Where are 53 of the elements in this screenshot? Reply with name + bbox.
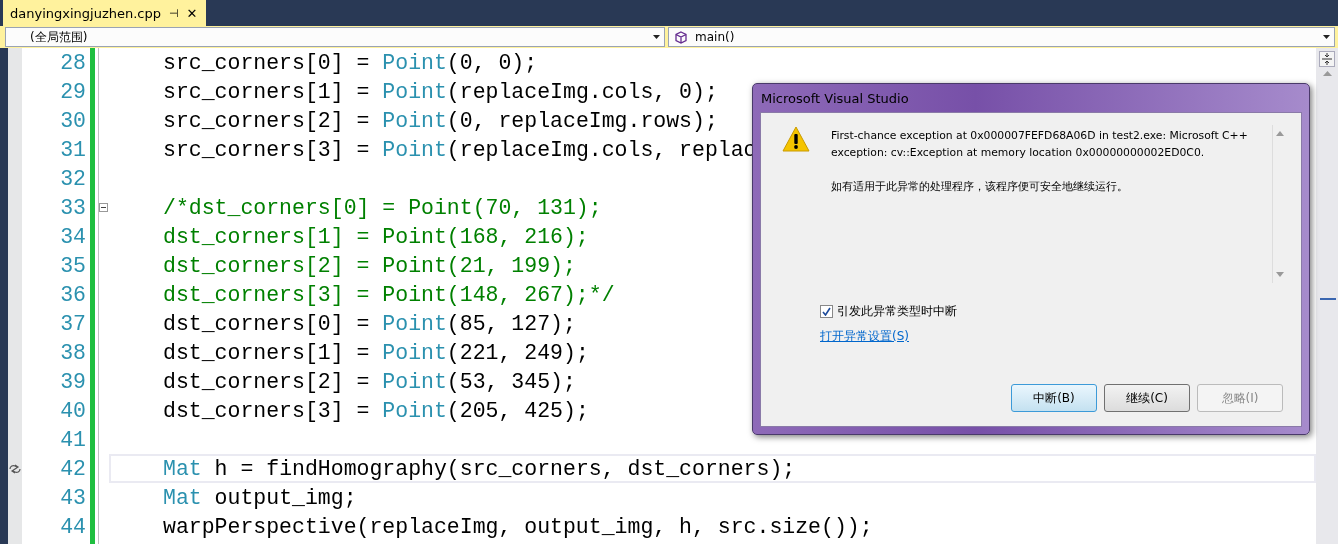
- code-line: dst_corners[2] = Point(21, 199);: [163, 252, 576, 279]
- line-number: 29: [60, 79, 86, 104]
- code-line: dst_corners[3] = Point(205, 425);: [163, 397, 589, 424]
- code-line: src_corners[1] = Point(replaceImg.cols, 0);: [163, 78, 718, 105]
- line-number: 33: [60, 195, 86, 220]
- line-number: 34: [60, 224, 86, 249]
- code-line: dst_corners[3] = Point(148, 267);*/: [163, 281, 615, 308]
- line-number: 42: [60, 456, 86, 481]
- code-line: Mat output_img;: [163, 484, 357, 511]
- pin-icon[interactable]: ⊣: [169, 6, 179, 20]
- cube-icon: [675, 30, 687, 44]
- line-number: 31: [60, 137, 86, 162]
- file-tab[interactable]: danyingxingjuzhen.cpp ⊣ ✕: [3, 0, 206, 26]
- line-number: 44: [60, 514, 86, 539]
- code-line: src_corners[0] = Point(0, 0);: [163, 49, 538, 76]
- exception-settings-link[interactable]: 打开异常设置(S): [820, 329, 909, 343]
- line-number: 43: [60, 485, 86, 510]
- line-number: 38: [60, 340, 86, 365]
- line-number: 36: [60, 282, 86, 307]
- code-line: dst_corners[0] = Point(85, 127);: [163, 310, 576, 337]
- line-number: 40: [60, 398, 86, 423]
- line-number: 41: [60, 427, 86, 452]
- line-number: 39: [60, 369, 86, 394]
- collapse-icon[interactable]: [99, 203, 108, 212]
- code-line: /*dst_corners[0] = Point(70, 131);: [163, 194, 602, 221]
- code-line: dst_corners[1] = Point(221, 249);: [163, 339, 589, 366]
- dropdown-arrow-icon: [1323, 35, 1330, 39]
- checkbox-label: 引发此异常类型时中断: [837, 303, 957, 320]
- scope-dropdown[interactable]: (全局范围): [5, 27, 665, 47]
- checkbox[interactable]: [820, 305, 833, 318]
- warning-icon: [781, 125, 811, 153]
- code-line: Mat h = findHomography(src_corners, dst_corners);: [163, 455, 796, 482]
- code-line: dst_corners[1] = Point(168, 216);: [163, 223, 589, 250]
- split-icon[interactable]: [1319, 51, 1335, 67]
- current-line-arrow-icon: [8, 463, 22, 474]
- file-tab-title: danyingxingjuzhen.cpp: [10, 5, 161, 21]
- exception-message: First-chance exception at 0x000007FEFD68A06D in test2.exe: Microsoft C++ exception: cv::Exception at memory location 0x00000000002ED0C0.: [831, 128, 1249, 161]
- code-line: src_corners[3] = Point(replaceImg.cols, replac: [163, 136, 757, 163]
- line-number: 30: [60, 108, 86, 133]
- close-icon[interactable]: ✕: [186, 5, 198, 21]
- handler-note: 如有适用于此异常的处理程序，该程序便可安全地继续运行。: [831, 179, 1129, 195]
- line-number: 35: [60, 253, 86, 278]
- line-number: 37: [60, 311, 86, 336]
- line-number: 28: [60, 50, 86, 75]
- dialog-button[interactable]: 继续(C): [1104, 384, 1190, 412]
- code-line: src_corners[2] = Point(0, replaceImg.rows);: [163, 107, 718, 134]
- code-line: dst_corners[2] = Point(53, 345);: [163, 368, 576, 395]
- line-number: 32: [60, 166, 86, 191]
- member-dropdown[interactable]: main(): [668, 27, 1335, 47]
- dialog-button[interactable]: 中断(B): [1011, 384, 1097, 412]
- code-line: warpPerspective(replaceImg, output_img, h, src.size());: [163, 513, 873, 540]
- dialog-title: Microsoft Visual Studio: [760, 89, 910, 108]
- dropdown-arrow-icon: [653, 35, 660, 39]
